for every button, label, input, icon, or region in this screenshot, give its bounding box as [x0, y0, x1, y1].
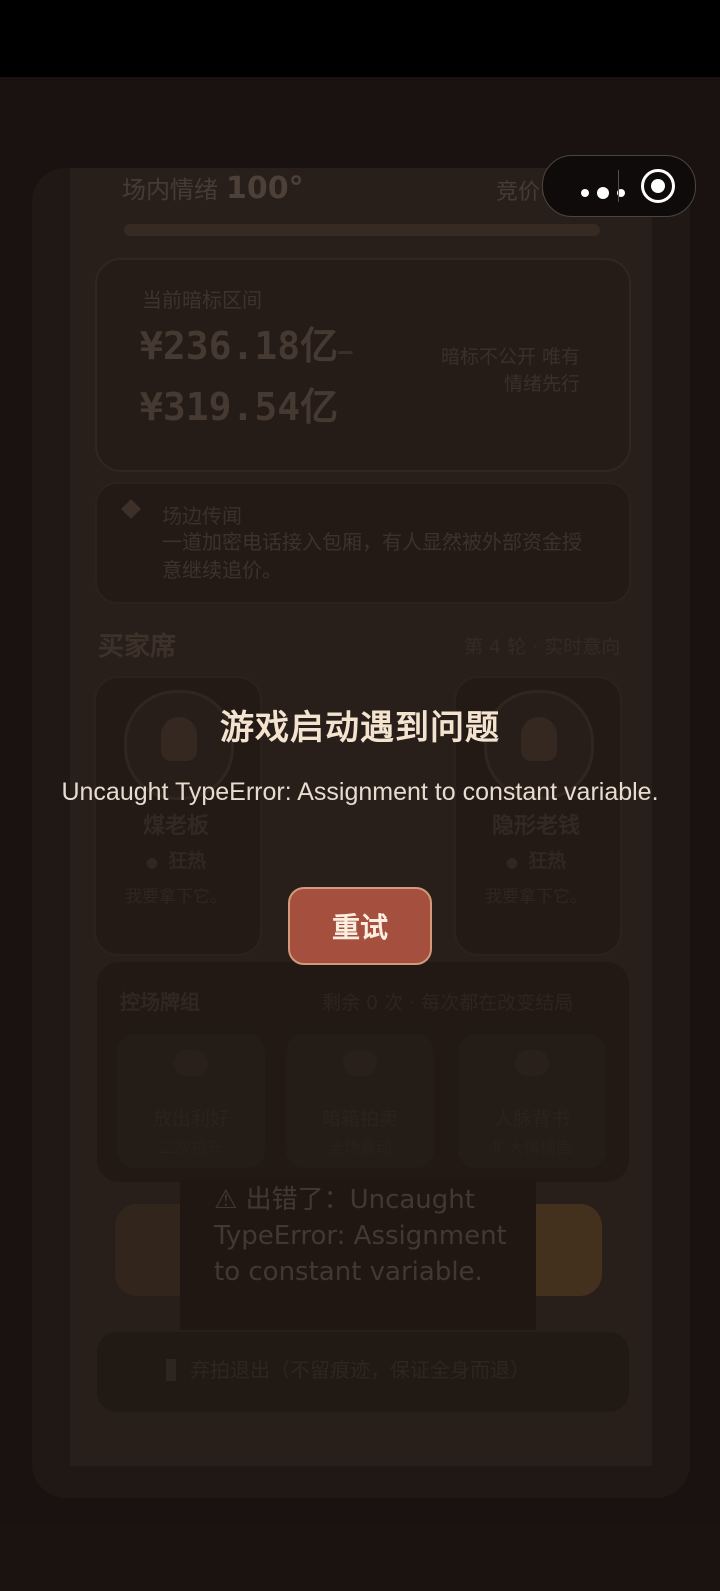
target-circle-icon[interactable]	[641, 169, 675, 203]
capsule-divider	[618, 170, 619, 202]
dim-overlay	[0, 77, 720, 1591]
dialog-title: 游戏启动遇到问题	[220, 708, 500, 748]
capsule-menu	[542, 155, 696, 217]
status-bar	[0, 0, 720, 77]
dialog-message: Uncaught TypeError: Assignment to consta…	[61, 778, 659, 806]
retry-button[interactable]: 重试	[288, 887, 432, 965]
